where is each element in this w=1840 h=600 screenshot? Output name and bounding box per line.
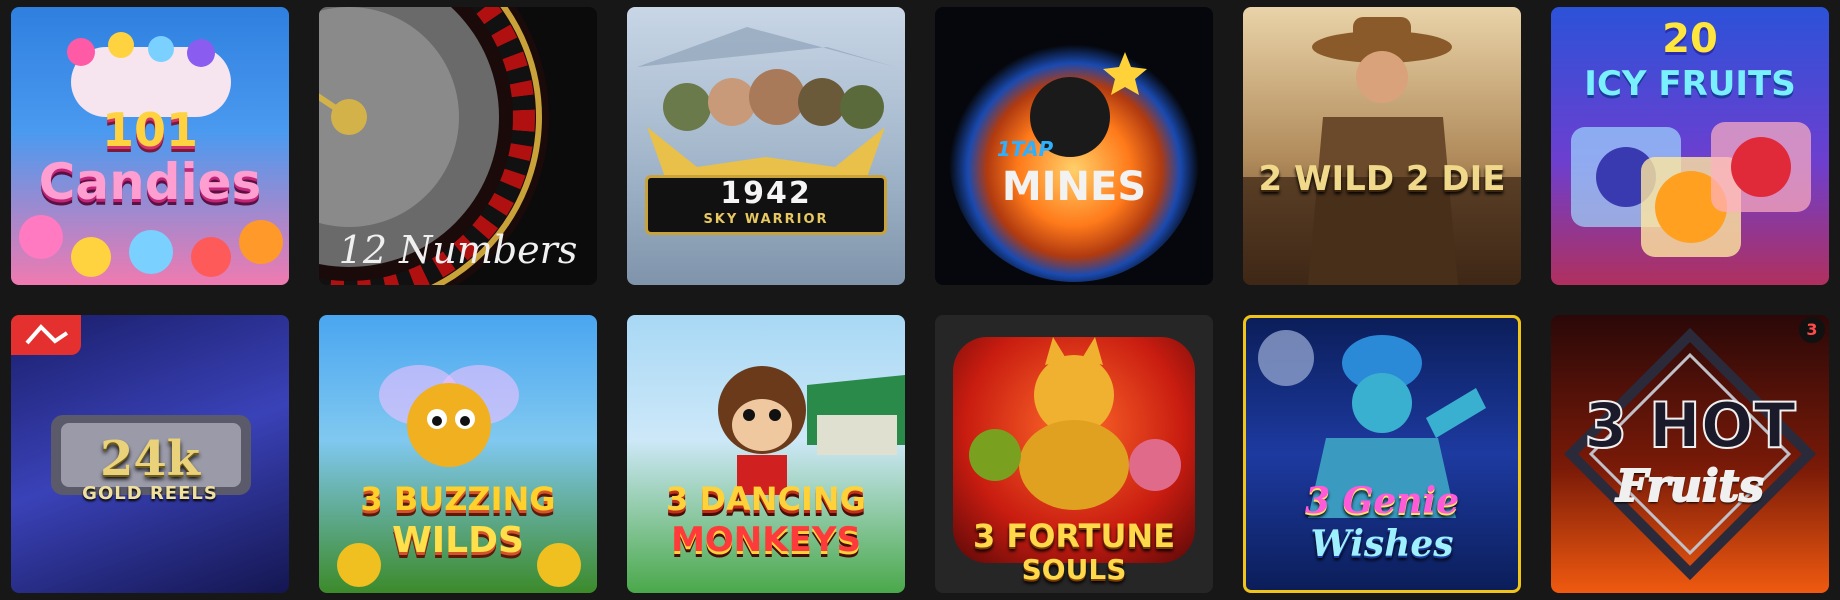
game-tile-1tap-mines[interactable]: 1TAP MINES — [935, 7, 1213, 285]
game-tile-3-hot-fruits[interactable]: 3 3 HOT Fruits — [1551, 315, 1829, 593]
game-tile-2-wild-2-die[interactable]: 2 WILD 2 DIE — [1243, 7, 1521, 285]
game-title: 24k — [99, 431, 201, 487]
pilots-artwork — [637, 27, 895, 177]
game-subtitle: SKY WARRIOR — [703, 212, 829, 227]
game-title: 1942 — [720, 176, 812, 211]
game-tile-3-genie-wishes[interactable]: 3 Genie Wishes — [1243, 315, 1521, 593]
provider-logo-icon — [25, 324, 69, 345]
game-tile-3-dancing-monkeys[interactable]: 3 DANCING MONKEYS — [627, 315, 905, 593]
game-title: 3 DANCING — [666, 480, 866, 518]
game-title: 2 WILD 2 DIE — [1258, 159, 1506, 199]
game-title: 3 FORTUNE — [972, 517, 1176, 555]
game-title-line2: WILDS — [392, 520, 524, 561]
bomb-fire-artwork — [949, 32, 1199, 282]
game-title-line2: Candies — [38, 153, 262, 211]
game-title-line2: Fruits — [1615, 461, 1764, 512]
game-tile-24k-gold-reels[interactable]: 24k GOLD REELS — [11, 315, 289, 593]
game-title: 12 Numbers — [338, 228, 578, 272]
game-tile-1942-sky-warrior[interactable]: 1942 SKY WARRIOR — [627, 7, 905, 285]
game-grid: 101 Candies 12 Numbers 1942 SKY WARRIOR — [11, 7, 1829, 593]
game-title: 3 BUZZING — [360, 480, 556, 518]
game-title: 20 — [1662, 16, 1718, 62]
game-title-line2: ICY FRUITS — [1584, 64, 1796, 104]
game-title: 3 HOT — [1583, 389, 1797, 462]
provider-badge — [11, 315, 81, 355]
game-tile-101-candies[interactable]: 101 Candies — [11, 7, 289, 285]
provider-corner-badge: 3 — [1799, 317, 1825, 343]
game-title: 101 — [101, 103, 199, 157]
game-subtitle: SOULS — [1021, 553, 1127, 586]
game-tile-3-buzzing-wilds[interactable]: 3 BUZZING WILDS — [319, 315, 597, 593]
game-title: MINES — [1001, 164, 1147, 210]
game-subtitle: 1TAP — [997, 137, 1054, 161]
cowgirl-artwork — [1243, 17, 1521, 285]
game-title: 3 Genie — [1305, 480, 1459, 522]
game-title-line2: Wishes — [1310, 523, 1454, 565]
game-subtitle: GOLD REELS — [82, 483, 218, 504]
game-title-line2: MONKEYS — [671, 520, 861, 560]
game-tile-12-numbers[interactable]: 12 Numbers — [319, 7, 597, 285]
game-tile-3-fortune-souls[interactable]: 3 FORTUNE SOULS — [935, 315, 1213, 593]
game-tile-20-icy-fruits[interactable]: 20 ICY FRUITS — [1551, 7, 1829, 285]
